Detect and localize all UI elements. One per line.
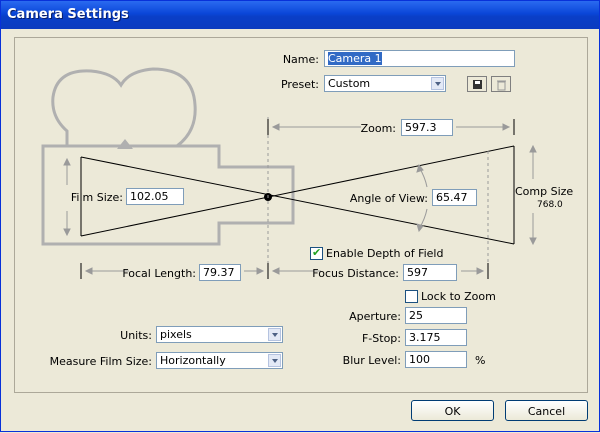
ok-button[interactable]: OK [411,400,494,421]
blur-level-unit: % [475,354,486,367]
film-size-input[interactable]: 102.05 [126,188,184,205]
lock-to-zoom-checkbox[interactable] [405,290,418,303]
zoom-label: Zoom: [360,122,396,135]
camera-settings-dialog: Camera Settings Name: Camera 1 Preset: C… [0,0,600,432]
aperture-input[interactable]: 25 [405,307,467,324]
measure-film-size-label: Measure Film Size: [49,355,152,368]
angle-of-view-label: Angle of View: [349,192,428,205]
delete-preset-button[interactable] [491,76,511,92]
name-label: Name: [282,53,319,66]
save-preset-button[interactable] [467,76,487,92]
enable-depth-of-field-checkbox[interactable] [310,246,323,260]
chevron-down-icon[interactable] [268,328,281,341]
focal-length-label: Focal Length: [122,267,196,280]
trash-icon [497,80,506,91]
units-dropdown[interactable]: pixels [156,326,283,343]
fstop-input[interactable]: 3.175 [405,329,467,346]
preset-label: Preset: [280,78,319,91]
film-size-label: Film Size: [70,191,123,204]
cancel-button[interactable]: Cancel [505,400,588,421]
blur-level-label: Blur Level: [342,354,401,367]
angle-of-view-input[interactable]: 65.47 [432,189,477,206]
measure-film-size-value: Horizontally [160,354,226,367]
chevron-down-icon[interactable] [268,354,281,367]
focus-distance-input[interactable]: 597 [403,264,457,281]
camera-viewfinder-mark [117,139,133,149]
name-input[interactable]: Camera 1 [324,50,515,67]
preset-dropdown[interactable]: Custom [324,75,446,92]
measure-film-size-dropdown[interactable]: Horizontally [156,352,283,369]
lock-to-zoom-label[interactable]: Lock to Zoom [421,290,496,303]
focal-length-input[interactable]: 79.37 [199,264,241,281]
units-label: Units: [120,329,152,342]
preset-value: Custom [328,77,371,90]
ok-button-label: OK [444,405,461,418]
comp-size-label: Comp Size [515,185,574,198]
aperture-label: Aperture: [349,310,401,323]
units-value: pixels [160,328,192,341]
save-disk-icon [473,80,482,89]
cancel-button-label: Cancel [527,405,566,418]
blur-level-input[interactable]: 100 [405,351,467,368]
name-input-value: Camera 1 [328,52,382,65]
chevron-down-icon[interactable] [431,77,444,90]
comp-size-value: 768.0 [537,200,563,210]
zoom-input[interactable]: 597.3 [401,119,453,136]
focus-distance-label: Focus Distance: [312,267,399,280]
fstop-label: F-Stop: [361,332,401,345]
enable-depth-of-field-label[interactable]: Enable Depth of Field [326,247,443,260]
